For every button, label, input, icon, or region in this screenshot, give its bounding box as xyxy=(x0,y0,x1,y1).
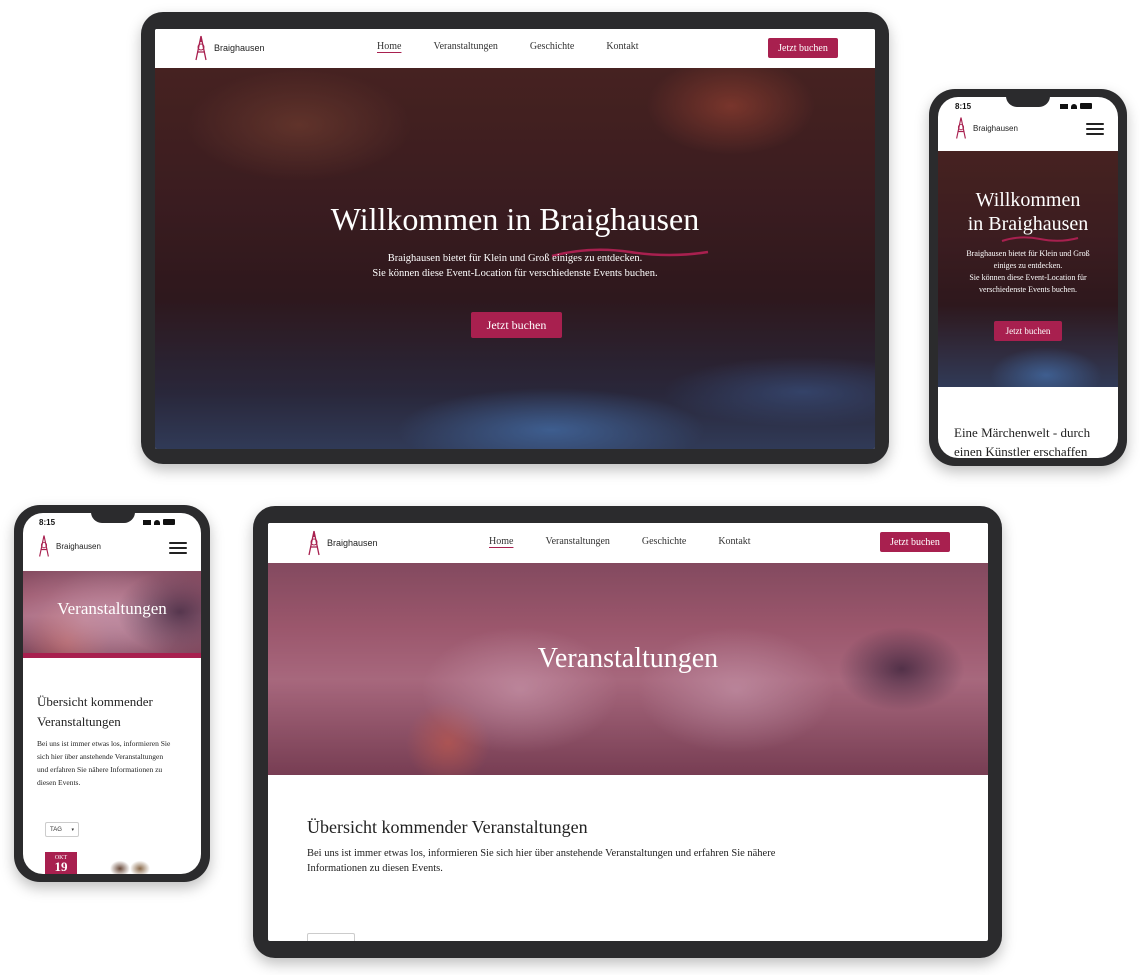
nav-kontakt[interactable]: Kontakt xyxy=(606,41,638,52)
phone-events-device: 8:15 Braighausen Veranstaltungen Übersic… xyxy=(14,505,210,882)
brand-name: Braighausen xyxy=(214,43,265,53)
tablet-events-device: Braighausen Home Veranstaltungen Geschic… xyxy=(253,506,1002,958)
main-nav: Home Veranstaltungen Geschichte Kontakt xyxy=(377,41,639,52)
hero-subtitle-3: Sie können diese Event-Location für xyxy=(969,273,1087,282)
hero-subtitle-1: Braighausen bietet für Klein und Groß xyxy=(966,249,1090,258)
logo-icon xyxy=(39,535,49,557)
status-time: 8:15 xyxy=(39,518,56,527)
tablet-home-device: Braighausen Home Veranstaltungen Geschic… xyxy=(141,12,889,464)
hero-image: Willkommen in Braighausen Braighausen bi… xyxy=(938,151,1118,387)
overview-title-line1: Übersicht kommender xyxy=(37,694,153,709)
overview-text-2: Informationen zu diesen Events. xyxy=(307,863,443,874)
status-time: 8:15 xyxy=(955,102,972,111)
tablet-home-screen: Braighausen Home Veranstaltungen Geschic… xyxy=(155,29,875,449)
overview-text-1: Bei uns ist immer etwas los, informieren… xyxy=(37,739,171,748)
filter-label: TAG xyxy=(50,826,62,833)
overview-title: Übersicht kommender Veranstaltungen xyxy=(307,817,588,837)
hero-title: Veranstaltungen xyxy=(537,643,719,674)
accent-bar xyxy=(23,653,201,658)
nav-book-button[interactable]: Jetzt buchen xyxy=(880,532,950,552)
hero-title: Willkommen in Braighausen xyxy=(330,201,700,237)
brand-logo[interactable]: Braighausen xyxy=(193,34,265,62)
nav-book-button[interactable]: Jetzt buchen xyxy=(768,38,838,58)
hero-subtitle-2: einiges zu entdecken. xyxy=(993,261,1063,270)
hero-image: Willkommen in Braighausen Braighausen bi… xyxy=(155,68,875,449)
hero-subtitle-4: verschiedenste Events buchen. xyxy=(979,285,1077,294)
section-title-line2: einen Künstler erschaffen xyxy=(954,444,1088,458)
tablet-events-screen: Braighausen Home Veranstaltungen Geschic… xyxy=(268,523,988,941)
hero-title: Veranstaltungen xyxy=(57,599,167,618)
nav-home[interactable]: Home xyxy=(377,41,401,52)
logo-icon xyxy=(195,35,207,61)
status-icons xyxy=(143,519,175,525)
logo-icon xyxy=(956,117,966,139)
hero-subtitle-2: Sie können diese Event-Location für vers… xyxy=(372,268,658,279)
overview-text-2: sich hier über anstehende Veranstaltunge… xyxy=(37,752,164,761)
event-date-badge: OKT 19 xyxy=(45,852,77,874)
hero-book-button[interactable]: Jetzt buchen xyxy=(994,321,1062,341)
menu-icon[interactable] xyxy=(1086,123,1104,135)
brand-name: Braighausen xyxy=(973,123,1018,133)
day-filter-select[interactable]: TAG ▾ xyxy=(45,822,79,837)
brand-name: Braighausen xyxy=(56,541,101,551)
brand-logo[interactable]: Braighausen xyxy=(37,533,101,559)
hero-image: Veranstaltungen xyxy=(268,563,988,775)
chevron-down-icon: ▾ xyxy=(71,826,74,833)
hero-title-line1: Willkommen xyxy=(975,189,1081,211)
phone-notch xyxy=(1006,97,1050,107)
nav-home[interactable]: Home xyxy=(489,536,513,547)
nav-kontakt[interactable]: Kontakt xyxy=(718,536,750,547)
overview-text-4: diesen Events. xyxy=(37,778,81,787)
event-thumbnail xyxy=(105,859,155,874)
underline-swash xyxy=(1001,236,1079,242)
nav-veranstaltungen[interactable]: Veranstaltungen xyxy=(433,41,497,52)
menu-icon[interactable] xyxy=(169,542,187,554)
phone-notch xyxy=(91,513,135,523)
status-icons xyxy=(1060,103,1092,109)
day-filter-select[interactable] xyxy=(307,933,355,941)
overview-title-line2: Veranstaltungen xyxy=(37,714,121,729)
phone-events-screen: 8:15 Braighausen Veranstaltungen Übersic… xyxy=(23,513,201,874)
date-day: 19 xyxy=(54,859,68,874)
hero-book-button[interactable]: Jetzt buchen xyxy=(471,312,562,338)
overview-text-1: Bei uns ist immer etwas los, informieren… xyxy=(307,848,776,859)
phone-home-screen: 8:15 Braighausen Willkommen in Braighaus… xyxy=(938,97,1118,458)
nav-veranstaltungen[interactable]: Veranstaltungen xyxy=(545,536,609,547)
overview-text-3: und erfahren Sie nähere Informationen zu xyxy=(37,765,163,774)
hero-image: Veranstaltungen xyxy=(23,571,201,653)
brand-logo[interactable]: Braighausen xyxy=(306,529,378,557)
brand-name: Braighausen xyxy=(327,538,378,548)
section-title-line1: Eine Märchenwelt - durch xyxy=(954,425,1091,440)
hero-title-line2: in Braighausen xyxy=(967,213,1089,235)
phone-home-device: 8:15 Braighausen Willkommen in Braighaus… xyxy=(929,89,1127,466)
tablet-events-nav: Braighausen Home Veranstaltungen Geschic… xyxy=(268,523,988,563)
hero-subtitle-1: Braighausen bietet für Klein und Groß ei… xyxy=(387,253,643,264)
logo-icon xyxy=(308,530,320,556)
tablet-home-nav: Braighausen Home Veranstaltungen Geschic… xyxy=(155,29,875,68)
nav-geschichte[interactable]: Geschichte xyxy=(530,41,574,52)
nav-geschichte[interactable]: Geschichte xyxy=(642,536,686,547)
brand-logo[interactable]: Braighausen xyxy=(954,115,1018,141)
main-nav: Home Veranstaltungen Geschichte Kontakt xyxy=(489,536,751,547)
